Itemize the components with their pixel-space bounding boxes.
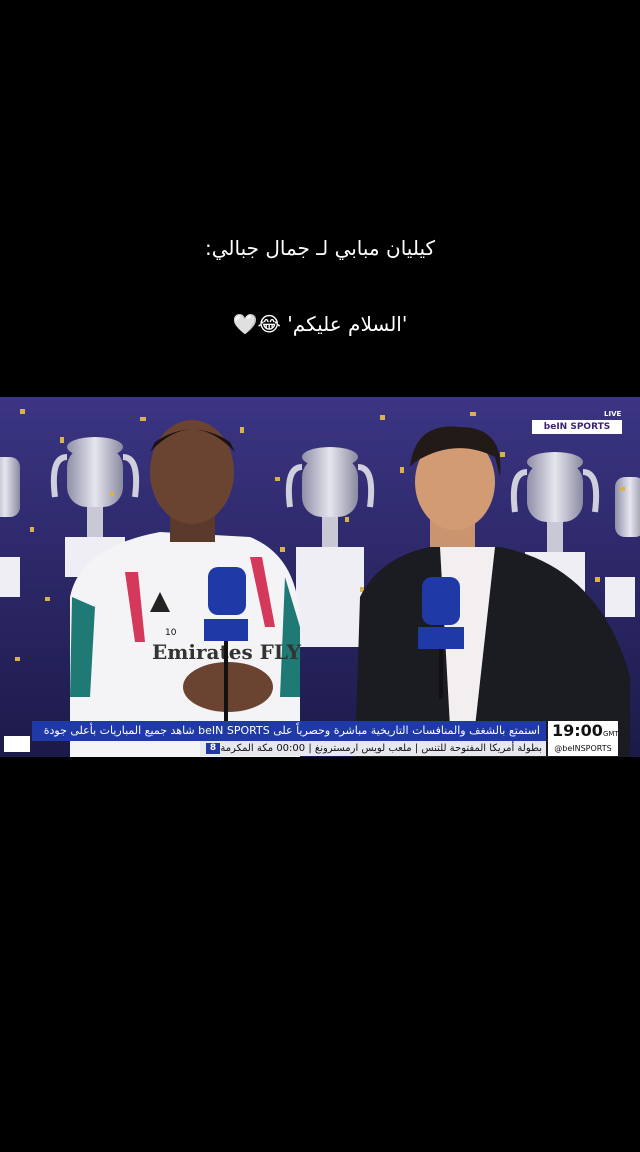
news-ticker-top: استمتع بالشغف والمنافسات التاريخية مباشر… <box>32 721 546 741</box>
channel-logo: beIN SPORTS <box>532 420 622 434</box>
social-handle: @beINSPORTS <box>548 741 618 756</box>
live-label: LIVE <box>604 410 622 418</box>
caption-line-1: كيليان مبابي لـ جمال جبالي: <box>205 236 435 260</box>
shirt-number: 10 <box>165 628 177 638</box>
video-frame: 10 Emirates FLY <box>0 397 640 757</box>
caption-line-2: 'السلام عليكم' 😂🤍 <box>232 312 408 336</box>
ticker-badge: 8 <box>206 743 220 754</box>
broadcast-clock: 19:00GMT <box>548 721 619 741</box>
news-ticker-bottom: بطولة أمريكا المفتوحة للتنس | ملعب لويس … <box>200 741 546 756</box>
clock-time: 19:00 <box>552 721 603 740</box>
clock-zone: GMT <box>602 730 619 738</box>
corner-logo-icon <box>4 736 30 752</box>
video-scene: 10 Emirates FLY <box>0 397 640 757</box>
